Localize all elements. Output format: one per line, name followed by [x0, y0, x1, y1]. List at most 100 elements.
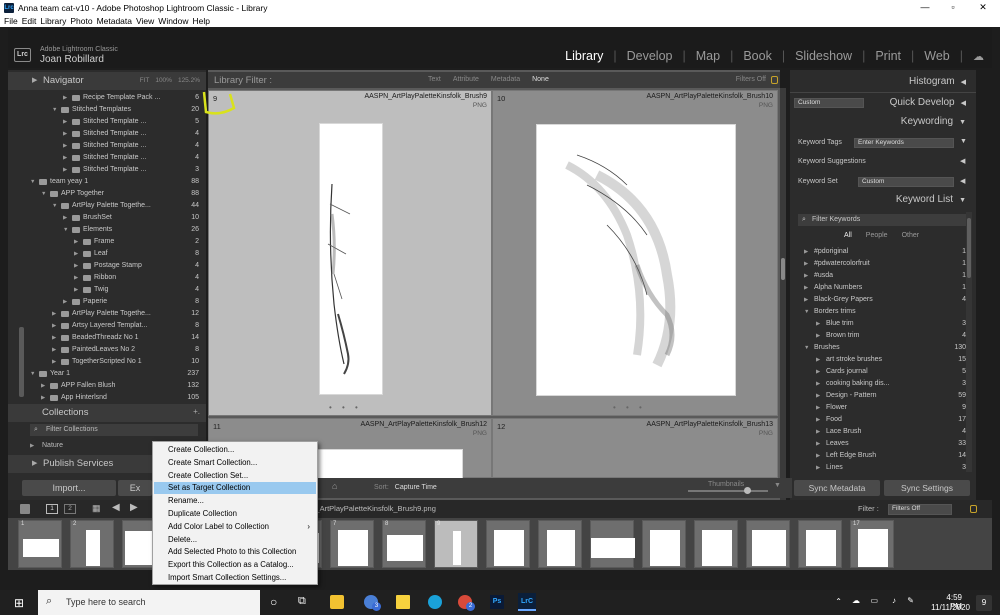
set-as-target-collection-item[interactable]: Set as Target Collection: [154, 482, 316, 495]
collapse-triangle-icon[interactable]: ▶: [816, 390, 820, 402]
thumbnail-size-slider[interactable]: [688, 490, 768, 492]
collapse-triangle-icon[interactable]: ▶: [816, 426, 820, 438]
toolbar-menu-icon[interactable]: ▼: [774, 482, 781, 489]
collapse-triangle-icon[interactable]: ▶: [816, 330, 820, 342]
grid-cell[interactable]: 12 AASPN_ArtPlayPaletteKinsfolk_Brush13 …: [492, 418, 778, 478]
keyword-list-item[interactable]: ▶ Flower 9: [800, 402, 966, 414]
second-window-icon[interactable]: [20, 504, 30, 514]
filmstrip-cell[interactable]: [486, 520, 530, 568]
collapse-triangle-icon[interactable]: ▶: [63, 296, 67, 308]
filter-metadata[interactable]: Metadata: [491, 76, 520, 83]
folder-tree-item[interactable]: ▶ Stitched Template ... 4: [19, 152, 199, 164]
module-web[interactable]: Web: [924, 49, 949, 63]
folder-tree-item[interactable]: ▶ Frame 2: [19, 236, 199, 248]
expand-triangle-icon[interactable]: ▼: [52, 104, 57, 116]
keyword-list-item[interactable]: ▶ Design - Pattern 59: [800, 390, 966, 402]
network-icon[interactable]: ▭: [870, 596, 878, 605]
folder-tree-item[interactable]: ▶ Ribbon 4: [19, 272, 199, 284]
collapse-triangle-icon[interactable]: ▶: [52, 344, 56, 356]
cloud-icon[interactable]: ☁: [973, 51, 984, 63]
collapse-triangle-icon[interactable]: ▶: [52, 332, 56, 344]
filmstrip-cell[interactable]: 17: [850, 520, 894, 568]
folder-tree-item[interactable]: ▶ Twig 4: [19, 284, 199, 296]
collections-header[interactable]: Collections +.: [8, 404, 206, 422]
task-view-icon[interactable]: ⧉: [298, 595, 312, 609]
filmstrip-cell[interactable]: [694, 520, 738, 568]
menu-photo[interactable]: Photo: [70, 16, 92, 26]
lock-icon[interactable]: [970, 505, 977, 513]
collapse-triangle-icon[interactable]: ▶: [804, 270, 808, 282]
filter-attribute[interactable]: Attribute: [453, 76, 479, 83]
left-panel-scrollbar[interactable]: [19, 327, 24, 397]
cortana-icon[interactable]: ○: [270, 595, 284, 609]
menu-edit[interactable]: Edit: [22, 16, 37, 26]
page-1-button[interactable]: 1: [46, 504, 58, 514]
add-selected-photo-item[interactable]: Add Selected Photo to this Collection: [154, 546, 316, 558]
collapse-triangle-icon[interactable]: ▶: [63, 164, 67, 176]
tab-all[interactable]: All: [844, 232, 852, 239]
folder-tree-item[interactable]: ▶ APP Fallen Blush 132: [19, 380, 199, 392]
expand-triangle-icon[interactable]: ▼: [30, 176, 35, 188]
keyword-list-item[interactable]: ▶ #pdwatercolorfruit 1: [800, 258, 966, 270]
clock-date[interactable]: 11/11/2020: [931, 603, 970, 612]
filmstrip-cell[interactable]: [798, 520, 842, 568]
sync-metadata-button[interactable]: Sync Metadata: [794, 480, 880, 496]
taskbar-search-box[interactable]: ⌕ Type here to search: [38, 590, 260, 615]
sync-settings-button[interactable]: Sync Settings: [884, 480, 970, 496]
keyword-list-header[interactable]: Keyword List ▼: [896, 194, 966, 205]
module-library[interactable]: Library: [565, 49, 603, 63]
folder-tree-item[interactable]: ▶ Stitched Template ... 3: [19, 164, 199, 176]
sticky-notes-icon[interactable]: [396, 595, 410, 609]
keyword-list-item[interactable]: ▶ #usda 1: [800, 270, 966, 282]
add-color-label-item[interactable]: Add Color Label to Collection ›: [154, 521, 316, 533]
folder-tree-item[interactable]: ▶ PaintedLeaves No 2 8: [19, 344, 199, 356]
close-button[interactable]: ✕: [968, 0, 998, 16]
filmstrip-cell[interactable]: 1: [18, 520, 62, 568]
filmstrip-filter-dropdown[interactable]: Filters Off: [888, 504, 952, 515]
filmstrip-cell[interactable]: 8: [382, 520, 426, 568]
module-slideshow[interactable]: Slideshow: [795, 49, 852, 63]
duplicate-collection-item[interactable]: Duplicate Collection: [154, 508, 316, 520]
minimize-button[interactable]: —: [910, 0, 940, 16]
slider-knob[interactable]: [744, 487, 751, 494]
painter-icon[interactable]: ⌂: [332, 481, 337, 491]
keyword-list-item[interactable]: ▶ Cards journal 5: [800, 366, 966, 378]
menu-metadata[interactable]: Metadata: [97, 16, 132, 26]
notifications-icon[interactable]: 9: [976, 595, 992, 611]
file-explorer-icon[interactable]: [330, 595, 344, 609]
create-collection-item[interactable]: Create Collection...: [154, 444, 316, 456]
collapse-triangle-icon[interactable]: ▶: [63, 152, 67, 164]
keyword-suggestions-row[interactable]: Keyword Suggestions ◀: [796, 155, 966, 169]
input-icon[interactable]: ✎: [907, 596, 914, 605]
filter-none[interactable]: None: [532, 76, 549, 83]
show-hidden-icons[interactable]: ⌃: [835, 597, 842, 606]
keywording-header[interactable]: Keywording ▼: [901, 116, 966, 127]
filmstrip-breadcrumb[interactable]: N_ArtPlayPaletteKinsfolk_Brush9.png: [310, 504, 436, 513]
create-collection-set-item[interactable]: Create Collection Set...: [154, 470, 316, 482]
keyword-tags-dropdown[interactable]: Enter Keywords: [854, 138, 954, 148]
page-2-button[interactable]: 2: [64, 504, 76, 514]
filter-text[interactable]: Text: [428, 76, 441, 83]
menu-help[interactable]: Help: [193, 16, 210, 26]
folder-tree-item[interactable]: ▶ Stitched Template ... 4: [19, 140, 199, 152]
expand-triangle-icon[interactable]: ▼: [30, 368, 35, 380]
collapse-triangle-icon[interactable]: ▶: [63, 140, 67, 152]
folder-tree-item[interactable]: ▶ Stitched Template ... 4: [19, 128, 199, 140]
menu-library[interactable]: Library: [40, 16, 66, 26]
back-arrow-icon[interactable]: ◀: [112, 502, 120, 513]
folder-tree-item[interactable]: ▼ Year 1 237: [19, 368, 199, 380]
filters-off-status[interactable]: Filters Off: [736, 76, 766, 83]
keyword-list-item[interactable]: ▶ Black-Grey Papers 4: [800, 294, 966, 306]
import-button[interactable]: Import...: [22, 480, 116, 496]
grid-cell[interactable]: 10 AASPN_ArtPlayPaletteKinsfolk_Brush10 …: [492, 90, 778, 416]
dropdown-icon[interactable]: ▼: [960, 138, 967, 145]
filmstrip-cell[interactable]: [642, 520, 686, 568]
collapse-triangle-icon[interactable]: ▶: [816, 318, 820, 330]
zoom-custom[interactable]: 125.2%: [178, 77, 200, 84]
folder-tree-item[interactable]: ▼ APP Together 88: [19, 188, 199, 200]
zoom-100[interactable]: 100%: [155, 77, 172, 84]
photo-thumbnail[interactable]: [319, 123, 383, 395]
collapse-triangle-icon[interactable]: ▶: [816, 414, 820, 426]
volume-icon[interactable]: ♪: [892, 596, 896, 605]
scroll-thumb[interactable]: [781, 258, 785, 280]
